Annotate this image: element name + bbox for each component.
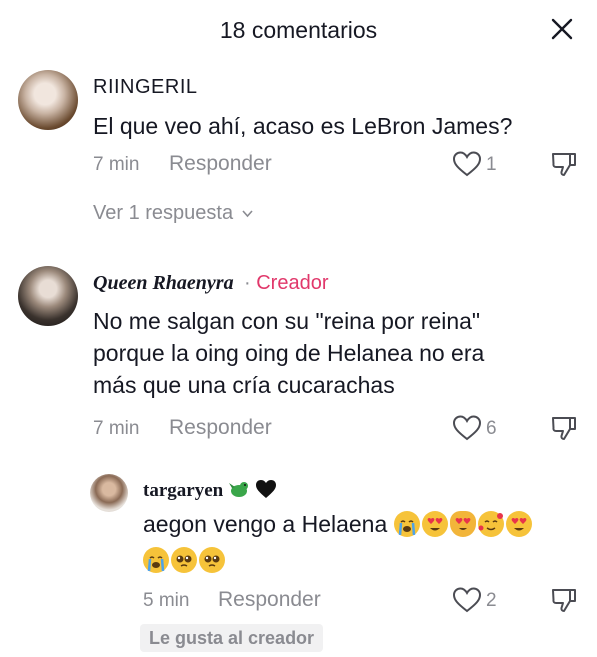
loudly-crying-emoji-icon: [393, 511, 420, 537]
reply-text-content: aegon vengo a Helaena: [143, 511, 388, 537]
comment-username[interactable]: Queen Rhaenyra: [93, 272, 234, 295]
close-icon[interactable]: [549, 16, 575, 42]
reply-button[interactable]: Responder: [169, 416, 272, 440]
comment-text: No me salgan con su "reina por reina" po…: [93, 305, 563, 401]
heart-eyes-emoji-icon: [421, 511, 448, 537]
reply-username-text: targaryen: [143, 480, 224, 501]
like-count: 1: [486, 154, 497, 175]
black-heart-emoji-icon: [255, 480, 276, 498]
heart-icon[interactable]: [452, 586, 482, 614]
reply-button[interactable]: Responder: [218, 588, 321, 612]
reply-button[interactable]: Responder: [169, 152, 272, 176]
reply-time: 5 min: [143, 590, 190, 611]
loudly-crying-emoji-icon: [143, 547, 169, 573]
separator-dot: ·: [244, 272, 257, 294]
heart-icon[interactable]: [452, 414, 482, 442]
view-replies-link[interactable]: Ver 1 respuesta: [93, 202, 254, 225]
creator-badge: · Creador: [244, 272, 328, 295]
comment-time: 7 min: [93, 418, 140, 439]
heart-icon[interactable]: [452, 150, 482, 178]
avatar[interactable]: [18, 266, 78, 326]
comment-line: porque la oing oing de Helanea no era: [93, 340, 485, 366]
reply-line-2: [143, 544, 583, 576]
comment-username[interactable]: RIINGERIL: [93, 76, 198, 99]
reply-line-1: aegon vengo a Helaena: [143, 508, 583, 540]
heart-eyes-cat-emoji-icon: [449, 511, 476, 537]
creator-label: Creador: [256, 272, 329, 294]
comment-time: 7 min: [93, 154, 140, 175]
reply-text: aegon vengo a Helaena: [143, 508, 583, 576]
avatar[interactable]: [90, 474, 128, 512]
like-count: 2: [486, 590, 497, 611]
comments-header: 18 comentarios: [0, 0, 597, 64]
comment-line: más que una cría cucarachas: [93, 372, 395, 398]
comment-line: No me salgan con su "reina por reina": [93, 308, 481, 334]
comments-count-title: 18 comentarios: [219, 17, 378, 43]
pleading-face-emoji-icon: [199, 547, 225, 573]
reply-username[interactable]: targaryen: [143, 478, 277, 502]
liked-by-creator-badge: Le gusta al creador: [140, 624, 324, 652]
pleading-face-emoji-icon: [171, 547, 197, 573]
view-replies-label: Ver 1 respuesta: [93, 202, 234, 224]
thumbs-down-icon[interactable]: [550, 150, 578, 178]
heart-eyes-emoji-icon: [505, 511, 532, 537]
thumbs-down-icon[interactable]: [550, 414, 578, 442]
chevron-down-icon: [242, 210, 253, 218]
comment-text: El que veo ahí, acaso es LeBron James?: [93, 113, 513, 139]
like-count: 6: [486, 418, 497, 439]
smiling-hearts-emoji-icon: [477, 511, 504, 537]
thumbs-down-icon[interactable]: [550, 586, 578, 614]
dragon-emoji-icon: [228, 482, 248, 497]
avatar[interactable]: [18, 70, 78, 130]
